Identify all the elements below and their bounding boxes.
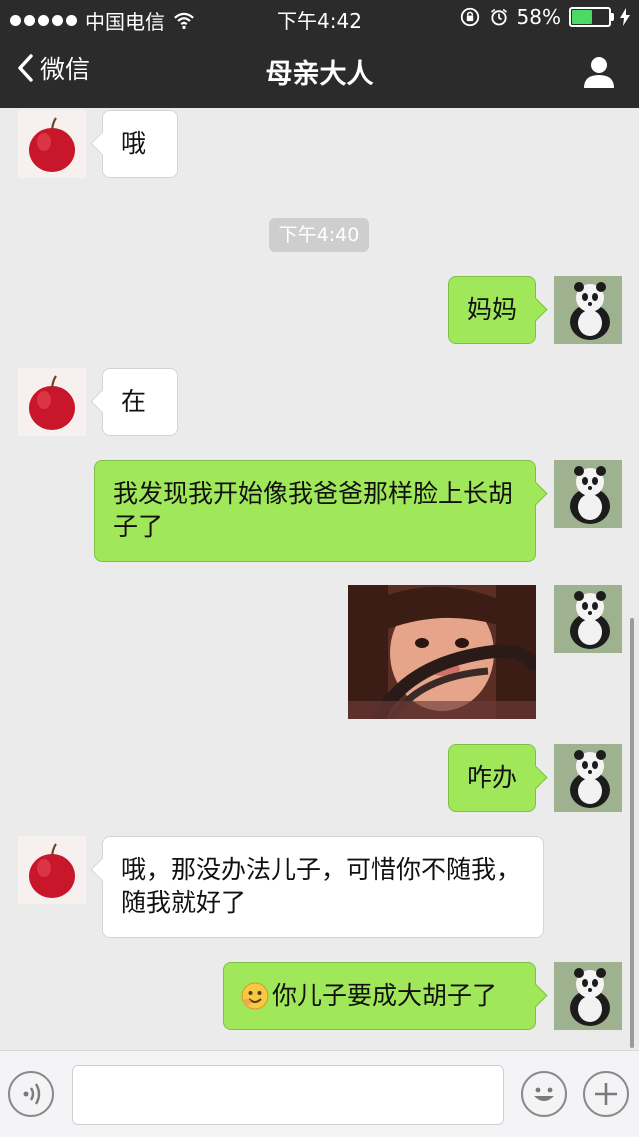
apple-icon: [29, 375, 75, 430]
panda-icon: [570, 750, 610, 808]
message-text: 我发现我开始像我爸爸那样脸上长胡子了: [113, 479, 514, 541]
avatar-self[interactable]: [554, 744, 622, 812]
message-text: 你儿子要成大胡子了: [272, 981, 498, 1010]
charging-icon: [620, 8, 630, 26]
panda-icon: [570, 466, 610, 524]
timestamp-label: 下午4:40: [269, 218, 369, 252]
apple-icon: [29, 117, 75, 172]
voice-button[interactable]: [8, 1071, 54, 1117]
message-bubble-incoming[interactable]: 哦，那没办法儿子，可惜你不随我，随我就好了: [102, 836, 544, 938]
message-bubble-incoming[interactable]: 在: [102, 368, 178, 436]
avatar-mother[interactable]: [18, 110, 86, 178]
emoji-button[interactable]: [521, 1071, 567, 1117]
smile-emoji-icon: [241, 982, 269, 1009]
battery-percent: 58%: [516, 5, 561, 29]
message-bubble-outgoing[interactable]: 你儿子要成大胡子了: [223, 962, 536, 1030]
input-toolbar: [0, 1050, 639, 1137]
top-bar: 中国电信 下午4:42 58% 微信 母亲大人: [0, 0, 639, 108]
message-text: 哦，那没办法儿子，可惜你不随我，随我就好了: [121, 855, 522, 917]
message-input[interactable]: [72, 1065, 504, 1125]
chat-area[interactable]: 哦 下午4:40 妈妈 在 我发现我开始像我爸爸那样脸上长胡子了 咋办 哦，那没…: [0, 108, 639, 1050]
contact-profile-icon[interactable]: [581, 54, 617, 90]
panda-icon: [570, 282, 610, 340]
photo-message[interactable]: [348, 585, 536, 719]
avatar-self[interactable]: [554, 460, 622, 528]
nav-bar: 微信 母亲大人: [0, 36, 639, 108]
battery-icon: [569, 7, 614, 27]
message-bubble-outgoing[interactable]: 我发现我开始像我爸爸那样脸上长胡子了: [94, 460, 536, 562]
message-bubble-outgoing[interactable]: 咋办: [448, 744, 536, 812]
chat-scrollbar[interactable]: [630, 618, 634, 1048]
message-text: 咋办: [467, 763, 518, 792]
message-text: 哦: [121, 129, 147, 158]
panda-icon: [570, 591, 610, 649]
message-bubble-incoming[interactable]: 哦: [102, 110, 178, 178]
avatar-self[interactable]: [554, 276, 622, 344]
avatar-mother[interactable]: [18, 368, 86, 436]
panda-icon: [570, 968, 610, 1026]
apple-icon: [29, 843, 75, 898]
message-bubble-outgoing[interactable]: 妈妈: [448, 276, 536, 344]
message-text: 在: [121, 387, 147, 416]
girl-photo-icon: [348, 585, 536, 719]
avatar-self[interactable]: [554, 962, 622, 1030]
orientation-lock-icon: [460, 7, 479, 27]
avatar-self[interactable]: [554, 585, 622, 653]
message-text: 妈妈: [467, 295, 518, 324]
plus-icon: [595, 1083, 617, 1105]
emoji-icon: [534, 1087, 554, 1101]
more-button[interactable]: [583, 1071, 629, 1117]
voice-icon: [23, 1083, 41, 1105]
status-bar: 中国电信 下午4:42 58%: [0, 0, 639, 36]
alarm-icon: [490, 8, 507, 26]
avatar-mother[interactable]: [18, 836, 86, 904]
page-title: 母亲大人: [265, 59, 374, 90]
